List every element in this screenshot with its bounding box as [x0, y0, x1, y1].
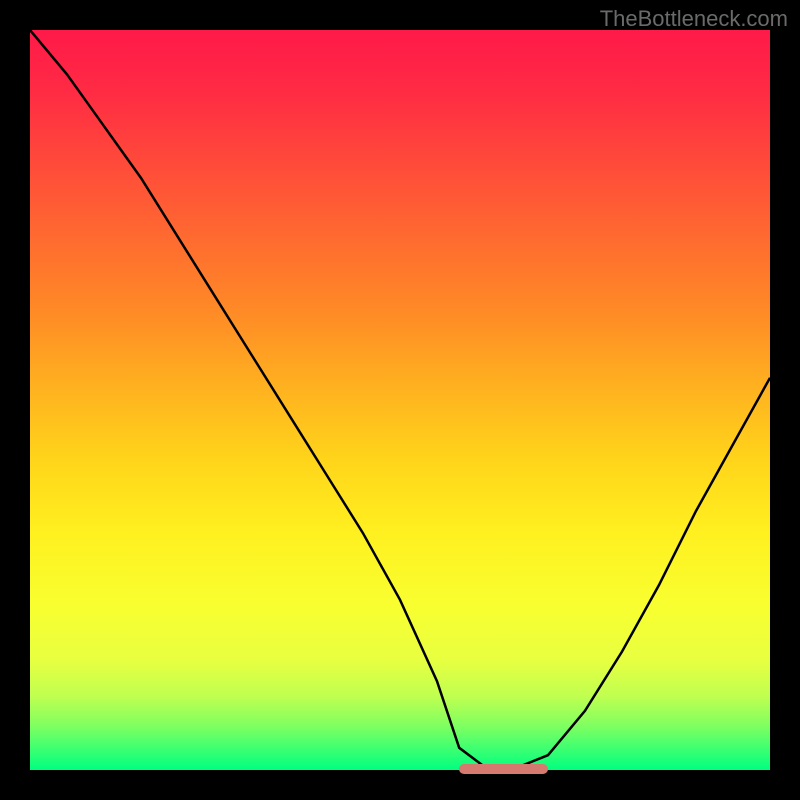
bottleneck-curve: [30, 30, 770, 770]
watermark-text: TheBottleneck.com: [600, 6, 788, 32]
optimal-range-marker: [459, 764, 548, 774]
chart-plot-area: [30, 30, 770, 770]
